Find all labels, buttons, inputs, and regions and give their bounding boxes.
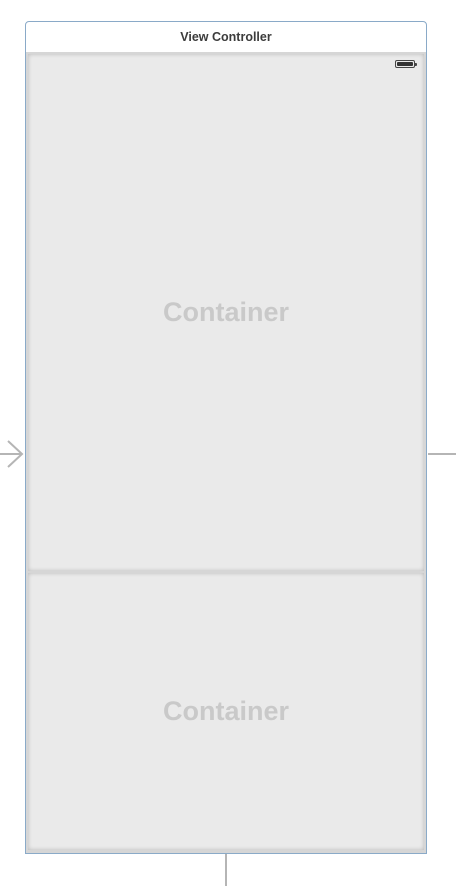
embed-segue-line-right[interactable] [428, 453, 456, 455]
scene-title: View Controller [180, 30, 272, 44]
root-view[interactable]: Container Container [25, 52, 427, 854]
storyboard-canvas[interactable]: View Controller Container Container [0, 0, 456, 886]
container-label: Container [162, 696, 289, 726]
container-view-top[interactable]: Container [28, 54, 424, 571]
view-controller-scene[interactable]: View Controller Container Container [25, 21, 427, 854]
scene-title-bar[interactable]: View Controller [25, 21, 427, 53]
container-view-bottom[interactable]: Container [28, 573, 424, 850]
battery-icon [395, 60, 417, 68]
embed-segue-line-bottom[interactable] [225, 854, 227, 886]
entry-point-arrow-icon[interactable] [0, 438, 26, 470]
container-label: Container [162, 297, 289, 327]
